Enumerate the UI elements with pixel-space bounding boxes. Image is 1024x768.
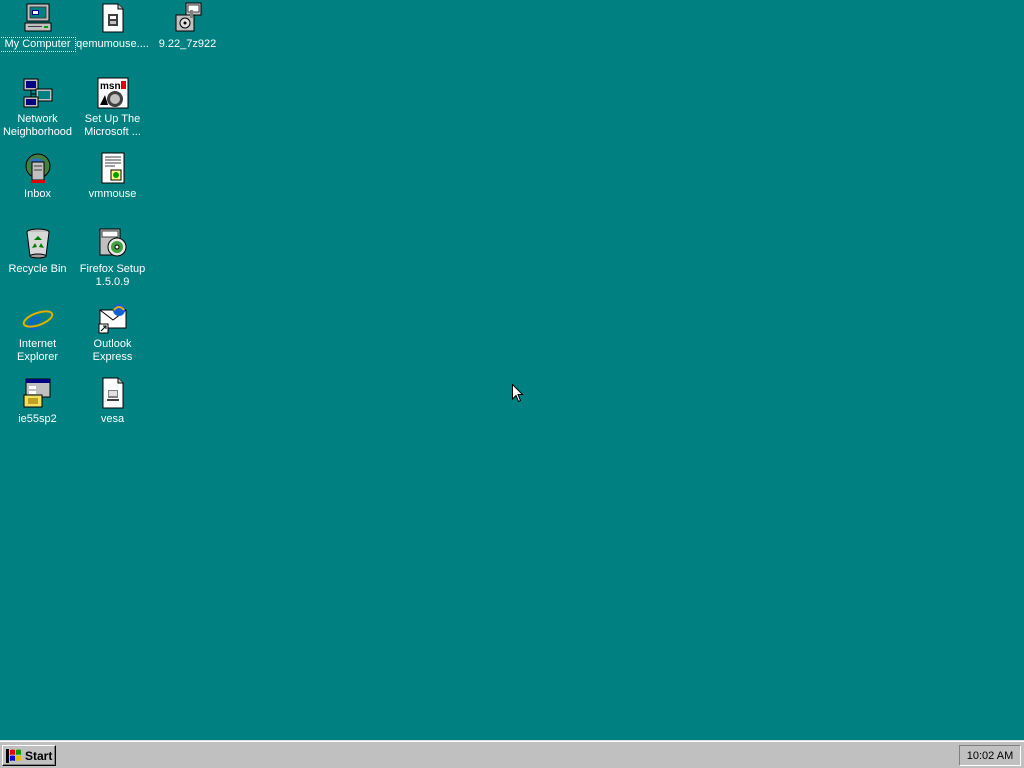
desktop-icon-label: Recycle Bin xyxy=(8,263,67,275)
desktop-icon-label: Internet Explorer xyxy=(17,338,58,363)
desktop[interactable]: My Computer qemumouse.... 9.22_7z922 Net… xyxy=(0,0,1024,740)
mouse-cursor-icon xyxy=(512,384,524,403)
desktop-icon-label: My Computer xyxy=(0,37,76,52)
desktop-icon-label: vesa xyxy=(100,413,125,425)
desktop-icon-7z922[interactable]: 9.22_7z922 xyxy=(150,2,225,51)
desktop-icon-inbox[interactable]: Inbox xyxy=(0,152,75,201)
desktop-icon-label: Inbox xyxy=(24,188,51,200)
firefox-setup-icon xyxy=(99,228,126,257)
desktop-icon-firefox-setup[interactable]: Firefox Setup 1.5.0.9 xyxy=(75,227,150,289)
desktop-icon-label: Network Neighborhood xyxy=(2,113,73,138)
ie-setup-icon xyxy=(23,378,50,408)
desktop-icon-ie55sp2[interactable]: ie55sp2 xyxy=(0,377,75,426)
desktop-icon-msn-setup[interactable]: msn Set Up The Microsoft ... xyxy=(75,77,150,139)
taskbar: Start 10:02 AM xyxy=(0,740,1024,768)
start-button-label: Start xyxy=(25,748,53,763)
installer-package-icon xyxy=(175,2,201,32)
desktop-icon-label: ie55sp2 xyxy=(18,413,57,425)
internet-explorer-icon: e xyxy=(22,304,53,334)
setup-file-icon xyxy=(102,3,123,33)
network-neighborhood-icon xyxy=(23,78,52,108)
desktop-icon-vesa[interactable]: vesa xyxy=(75,377,150,426)
desktop-icon-label: vmmouse xyxy=(88,188,137,200)
desktop-icon-label: Outlook Express xyxy=(92,338,133,363)
desktop-icon-label: Set Up The Microsoft ... xyxy=(84,113,141,138)
windows-logo-icon xyxy=(6,748,21,763)
desktop-icon-vmmouse[interactable]: vmmouse xyxy=(75,152,150,201)
system-tray-clock[interactable]: 10:02 AM xyxy=(959,745,1021,766)
desktop-icon-qemumouse[interactable]: qemumouse.... xyxy=(75,2,150,51)
desktop-icon-label: 9.22_7z922 xyxy=(158,38,217,50)
desktop-icon-label: qemumouse.... xyxy=(76,38,149,50)
start-button[interactable]: Start xyxy=(2,745,56,766)
msn-setup-icon: msn xyxy=(97,77,128,109)
clock-time: 10:02 AM xyxy=(966,749,1014,762)
desktop-icon-network-neighborhood[interactable]: Network Neighborhood xyxy=(0,77,75,139)
inbox-icon xyxy=(25,153,50,183)
svg-text:e: e xyxy=(28,304,41,334)
setup-info-file-icon xyxy=(101,152,124,184)
desktop-icon-recycle-bin[interactable]: Recycle Bin xyxy=(0,227,75,276)
desktop-icon-label: Firefox Setup 1.5.0.9 xyxy=(79,263,146,288)
my-computer-icon xyxy=(24,3,51,32)
document-icon xyxy=(102,377,123,409)
desktop-icon-internet-explorer[interactable]: e Internet Explorer xyxy=(0,302,75,364)
outlook-express-icon xyxy=(98,304,126,334)
desktop-icon-my-computer[interactable]: My Computer xyxy=(0,2,76,52)
svg-text:msn: msn xyxy=(100,81,121,92)
desktop-icon-outlook-express[interactable]: Outlook Express xyxy=(75,302,150,364)
recycle-bin-icon xyxy=(26,228,49,259)
